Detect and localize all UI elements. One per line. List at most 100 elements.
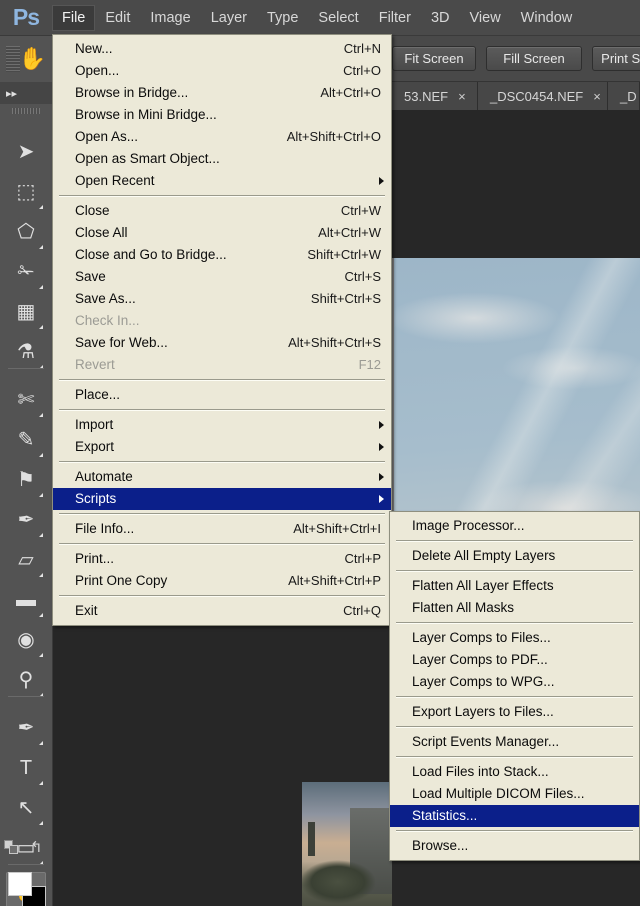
menu-item-label: Print One Copy xyxy=(75,570,270,592)
menu-item-print[interactable]: Print...Ctrl+P xyxy=(53,548,391,570)
menu-item-import[interactable]: Import xyxy=(53,414,391,436)
menu-item-open[interactable]: Open...Ctrl+O xyxy=(53,60,391,82)
menu-item-label: Flatten All Masks xyxy=(412,597,629,619)
menu-item-layer-comps-to-pdf[interactable]: Layer Comps to PDF... xyxy=(390,649,639,671)
crop-tool[interactable]: ▦ xyxy=(6,292,46,332)
collapse-panel-button[interactable]: ▸▸ xyxy=(0,82,52,104)
close-tab-icon[interactable]: × xyxy=(593,89,601,104)
move-tool[interactable]: ➤ xyxy=(6,132,46,172)
menu-item-label: Layer Comps to Files... xyxy=(412,627,629,649)
menu-item-check-in: Check In... xyxy=(53,310,391,332)
tool-options-triangle-icon xyxy=(39,821,43,825)
menubar-item-type[interactable]: Type xyxy=(257,5,308,31)
option-button-fit-screen[interactable]: Fit Screen xyxy=(392,46,476,71)
menu-item-flatten-all-layer-effects[interactable]: Flatten All Layer Effects xyxy=(390,575,639,597)
brush-tool[interactable]: ✎ xyxy=(6,420,46,460)
tool-options-triangle-icon xyxy=(39,245,43,249)
document-tab[interactable]: 53.NEF× xyxy=(392,82,478,110)
menu-item-flatten-all-masks[interactable]: Flatten All Masks xyxy=(390,597,639,619)
menubar-item-filter[interactable]: Filter xyxy=(369,5,421,31)
default-colors-icon[interactable] xyxy=(4,840,18,854)
menu-item-export[interactable]: Export xyxy=(53,436,391,458)
menu-item-browse-in-mini-bridge[interactable]: Browse in Mini Bridge... xyxy=(53,104,391,126)
close-tab-icon[interactable]: × xyxy=(458,89,466,104)
menu-item-file-info[interactable]: File Info...Alt+Shift+Ctrl+I xyxy=(53,518,391,540)
menu-item-open-recent[interactable]: Open Recent xyxy=(53,170,391,192)
tool-options-triangle-icon xyxy=(39,781,43,785)
menu-item-label: File Info... xyxy=(75,518,275,540)
menu-item-label: Automate xyxy=(75,466,381,488)
menu-item-image-processor[interactable]: Image Processor... xyxy=(390,515,639,537)
menu-item-open-as-smart-object[interactable]: Open as Smart Object... xyxy=(53,148,391,170)
eyedropper-tool[interactable]: ⚗ xyxy=(6,332,46,372)
dodge-tool[interactable]: ⚲ xyxy=(6,660,46,700)
eraser-tool[interactable]: ▱ xyxy=(6,540,46,580)
lasso-tool[interactable]: ⬠ xyxy=(6,212,46,252)
menu-item-load-multiple-dicom-files[interactable]: Load Multiple DICOM Files... xyxy=(390,783,639,805)
history-brush-icon: ✒ xyxy=(18,510,35,530)
quick-selection-tool[interactable]: ✁ xyxy=(6,252,46,292)
rectangular-marquee-tool[interactable]: ⬚ xyxy=(6,172,46,212)
rectangular-marquee-icon: ⬚ xyxy=(17,182,36,202)
blur-icon: ◉ xyxy=(17,630,34,650)
gradient-tool[interactable]: ▬ xyxy=(6,580,46,620)
menu-item-shortcut: F12 xyxy=(341,354,381,376)
menu-item-script-events-manager[interactable]: Script Events Manager... xyxy=(390,731,639,753)
menubar-item-select[interactable]: Select xyxy=(308,5,368,31)
menu-item-save-as[interactable]: Save As...Shift+Ctrl+S xyxy=(53,288,391,310)
menu-item-layer-comps-to-files[interactable]: Layer Comps to Files... xyxy=(390,627,639,649)
file-menu-dropdown[interactable]: New...Ctrl+NOpen...Ctrl+OBrowse in Bridg… xyxy=(52,34,392,626)
menu-item-statistics[interactable]: Statistics... xyxy=(390,805,639,827)
foreground-color-swatch[interactable] xyxy=(8,872,32,896)
menubar-item-edit[interactable]: Edit xyxy=(95,5,140,31)
crop-icon: ▦ xyxy=(17,302,36,322)
menu-item-label: Statistics... xyxy=(412,805,629,827)
menu-item-browse[interactable]: Browse... xyxy=(390,835,639,857)
scripts-submenu-dropdown[interactable]: Image Processor... Delete All Empty Layer… xyxy=(389,511,640,861)
history-brush-tool[interactable]: ✒ xyxy=(6,500,46,540)
menubar-item-layer[interactable]: Layer xyxy=(201,5,257,31)
menu-item-open-as[interactable]: Open As...Alt+Shift+Ctrl+O xyxy=(53,126,391,148)
menu-item-export-layers-to-files[interactable]: Export Layers to Files... xyxy=(390,701,639,723)
menu-item-close-all[interactable]: Close AllAlt+Ctrl+W xyxy=(53,222,391,244)
menu-item-browse-in-bridge[interactable]: Browse in Bridge...Alt+Ctrl+O xyxy=(53,82,391,104)
menu-item-exit[interactable]: ExitCtrl+Q xyxy=(53,600,391,622)
clone-stamp-tool[interactable]: ⚑ xyxy=(6,460,46,500)
option-button-print-size[interactable]: Print Size xyxy=(592,46,640,71)
pen-tool[interactable]: ✒ xyxy=(6,708,46,748)
menubar-item-view[interactable]: View xyxy=(460,5,511,31)
swap-colors-icon[interactable]: ↰ xyxy=(30,838,43,856)
menubar-item-3d[interactable]: 3D xyxy=(421,5,460,31)
spot-healing-brush-tool[interactable]: ✄ xyxy=(6,380,46,420)
menu-item-automate[interactable]: Automate xyxy=(53,466,391,488)
menu-separator xyxy=(59,409,385,411)
color-swatches[interactable] xyxy=(8,872,46,906)
menu-item-label: Save As... xyxy=(75,288,293,310)
tool-options-triangle-icon xyxy=(39,325,43,329)
menubar-item-file[interactable]: File xyxy=(52,5,95,31)
menu-item-new[interactable]: New...Ctrl+N xyxy=(53,38,391,60)
document-tab[interactable]: _D xyxy=(608,82,640,110)
horizontal-type-tool[interactable]: T xyxy=(6,748,46,788)
menu-item-load-files-into-stack[interactable]: Load Files into Stack... xyxy=(390,761,639,783)
menu-separator xyxy=(59,543,385,545)
path-selection-tool[interactable]: ↖ xyxy=(6,788,46,828)
menu-item-close[interactable]: CloseCtrl+W xyxy=(53,200,391,222)
option-button-fill-screen[interactable]: Fill Screen xyxy=(486,46,582,71)
blur-tool[interactable]: ◉ xyxy=(6,620,46,660)
menu-item-save[interactable]: SaveCtrl+S xyxy=(53,266,391,288)
menu-item-save-for-web[interactable]: Save for Web...Alt+Shift+Ctrl+S xyxy=(53,332,391,354)
menu-item-close-and-go-to-bridge[interactable]: Close and Go to Bridge...Shift+Ctrl+W xyxy=(53,244,391,266)
menu-item-place[interactable]: Place... xyxy=(53,384,391,406)
menubar-item-window[interactable]: Window xyxy=(511,5,583,31)
menu-item-layer-comps-to-wpg[interactable]: Layer Comps to WPG... xyxy=(390,671,639,693)
menu-item-scripts[interactable]: Scripts xyxy=(53,488,391,510)
menu-item-label: Browse in Mini Bridge... xyxy=(75,104,381,126)
tools-panel-handle[interactable]: ✋ xyxy=(0,36,52,82)
menubar-item-image[interactable]: Image xyxy=(140,5,200,31)
document-tab[interactable]: _DSC0454.NEF× xyxy=(478,82,608,110)
menu-item-print-one-copy[interactable]: Print One CopyAlt+Shift+Ctrl+P xyxy=(53,570,391,592)
menu-item-label: Load Files into Stack... xyxy=(412,761,629,783)
menu-item-delete-all-empty-layers[interactable]: Delete All Empty Layers xyxy=(390,545,639,567)
canvas-image-cityscape[interactable] xyxy=(302,782,392,906)
